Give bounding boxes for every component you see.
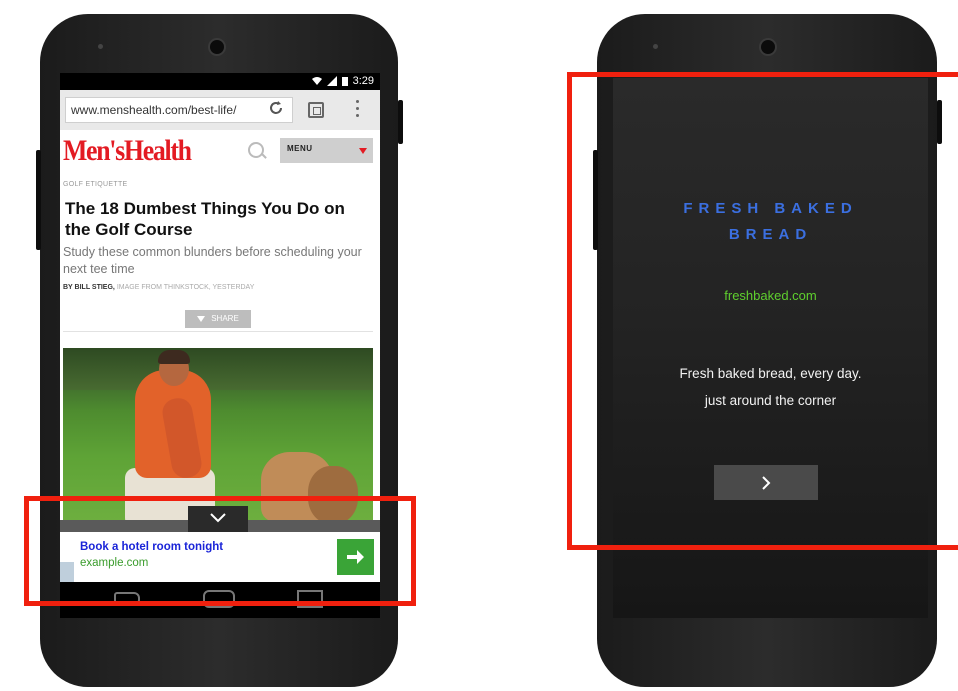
- share-label: SHARE: [211, 314, 239, 323]
- status-time: 3:29: [352, 75, 374, 87]
- site-logo[interactable]: Men'sHealth: [63, 134, 192, 168]
- url-field[interactable]: www.menshealth.com/best-life/: [65, 97, 293, 123]
- volume-button: [36, 150, 41, 250]
- menu-label: MENU: [287, 144, 313, 153]
- photo-golfer-hair: [158, 350, 190, 364]
- search-icon[interactable]: [248, 142, 264, 158]
- wifi-icon: [311, 76, 322, 86]
- more-icon[interactable]: [356, 100, 360, 121]
- battery-icon: [341, 76, 348, 86]
- tabs-icon[interactable]: [308, 102, 324, 118]
- share-button[interactable]: SHARE: [185, 310, 251, 328]
- article-category[interactable]: GOLF ETIQUETTE: [63, 181, 127, 188]
- reload-icon[interactable]: [268, 100, 284, 121]
- front-camera: [759, 38, 777, 56]
- photo-trees: [63, 348, 373, 390]
- share-caret-icon: [197, 315, 206, 322]
- divider: [63, 331, 373, 332]
- front-camera: [208, 38, 226, 56]
- byline-meta: IMAGE FROM THINKSTOCK, YESTERDAY: [114, 284, 255, 291]
- signal-icon: [326, 76, 337, 86]
- byline-author: BY BILL STIEG,: [63, 284, 115, 291]
- interstitial-highlight-box: [567, 72, 958, 550]
- article-dek: Study these common blunders before sched…: [63, 245, 362, 276]
- site-header: Men'sHealth MENU: [60, 130, 380, 172]
- sensor-dot: [653, 44, 658, 49]
- banner-ad-highlight-box: [24, 496, 416, 606]
- menu-button[interactable]: MENU: [280, 138, 373, 163]
- sensor-dot: [98, 44, 103, 49]
- power-button: [398, 100, 403, 144]
- status-bar: 3:29: [60, 73, 380, 90]
- article-headline: The 18 Dumbest Things You Do on the Golf…: [65, 199, 345, 239]
- dropdown-arrow-icon: [359, 148, 367, 154]
- browser-toolbar: www.menshealth.com/best-life/: [60, 90, 380, 130]
- article-byline: BY BILL STIEG, IMAGE FROM THINKSTOCK, YE…: [63, 284, 254, 291]
